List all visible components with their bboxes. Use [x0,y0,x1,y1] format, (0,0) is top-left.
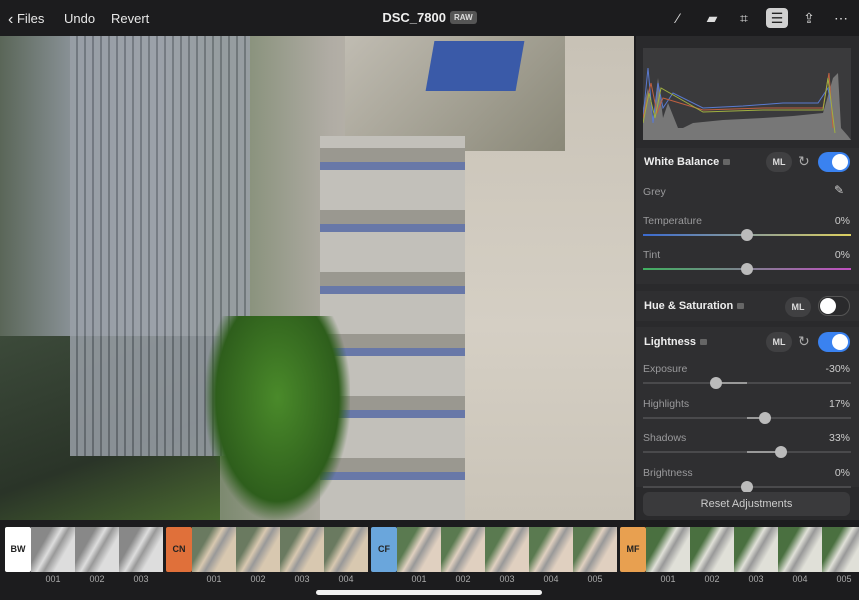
filter-group-bw[interactable]: BW [5,527,31,572]
highlights-slider[interactable] [643,411,851,424]
filter-number: 003 [133,574,149,584]
photo-canvas[interactable] [0,36,634,520]
raw-badge: RAW [449,11,477,24]
filter-thumbnail[interactable] [31,527,75,572]
filter-thumbnail[interactable] [441,527,485,572]
crop-icon[interactable]: ⌗ [733,8,755,28]
filter-number: 005 [587,574,603,584]
filter-group-mf[interactable]: MF [620,527,646,572]
home-indicator [316,590,542,595]
slider-thumb[interactable] [741,229,753,241]
filter-thumbnail[interactable] [75,527,119,572]
exposure-label: Exposure [643,363,688,375]
brightness-value: 0% [834,466,850,479]
bandage-icon[interactable]: ▰ [701,8,723,28]
filter-number: 002 [455,574,471,584]
temperature-label: Temperature [643,215,702,227]
exposure-slider[interactable] [643,377,851,389]
filter-number: 002 [704,574,720,584]
lightness-title: Lightness [644,336,707,348]
filter-number: 005 [836,574,852,584]
hue-saturation-section: Hue & Saturation ML [636,291,859,321]
slider-thumb[interactable] [709,377,722,389]
lock-icon[interactable] [737,303,745,309]
filter-number: 002 [250,574,266,584]
filter-number: 001 [45,574,61,584]
adjustments-sliders-icon[interactable]: ☰ [766,8,788,28]
shadows-slider[interactable] [643,446,851,458]
filter-thumbnail[interactable] [734,527,778,572]
filter-thumbnail[interactable] [192,527,236,572]
highlights-label: Highlights [643,397,690,410]
brightness-slider[interactable] [643,480,851,493]
lock-icon[interactable] [699,339,707,345]
grey-label: Grey [643,186,666,198]
shadows-value: 33% [828,432,850,444]
histogram [643,48,851,140]
filter-thumbnail[interactable] [119,527,163,572]
tint-value: 0% [834,249,850,261]
eyedropper-icon[interactable]: ✎ [834,183,844,197]
filter-thumbnail[interactable] [646,527,690,572]
tint-label: Tint [643,249,661,261]
lightness-ml-button[interactable]: ML [766,332,792,352]
white-balance-title: White Balance [644,156,731,168]
filter-thumbnail[interactable] [690,527,734,572]
filter-thumbnail[interactable] [822,527,859,572]
filter-thumbnail[interactable] [573,527,617,572]
white-balance-ml-button[interactable]: ML [766,152,792,172]
filter-group-cn[interactable]: CN [166,527,192,572]
top-bar: ‹ Files Undo Revert DSC_7800 RAW ⁄ ▰ ⌗ ☰ … [0,0,859,36]
slider-thumb[interactable] [741,480,753,493]
white-balance-toggle[interactable] [818,152,850,172]
filter-number: 003 [499,574,515,584]
shadows-label: Shadows [643,432,687,444]
reset-icon[interactable]: ↻ [798,153,810,170]
filter-number: 002 [89,574,105,584]
brightness-label: Brightness [643,466,693,479]
temperature-slider[interactable] [643,229,851,241]
reset-adjustments-button[interactable]: Reset Adjustments [643,492,850,516]
ml-magic-wand-icon[interactable]: ⁄ [667,8,689,28]
filter-group-cf[interactable]: CF [371,527,397,572]
lightness-toggle[interactable] [818,332,850,352]
filter-thumbnail[interactable] [778,527,822,572]
hue-saturation-ml-button[interactable]: ML [785,297,811,317]
filter-number: 004 [792,574,808,584]
hue-saturation-toggle[interactable] [818,296,850,316]
reset-icon[interactable]: ↻ [798,333,810,350]
file-name: DSC_7800 [382,10,446,25]
filter-thumbnail[interactable] [529,527,573,572]
slider-thumb[interactable] [758,411,771,424]
filter-thumbnail[interactable] [397,527,441,572]
temperature-value: 0% [834,215,850,227]
document-title: DSC_7800 RAW [0,10,859,25]
more-icon[interactable]: ⋯ [830,8,852,28]
lock-icon[interactable] [723,159,731,165]
slider-thumb[interactable] [741,263,753,275]
filter-number: 003 [294,574,310,584]
filter-number: 004 [338,574,354,584]
hue-saturation-title: Hue & Saturation [644,300,745,312]
filter-thumbnail[interactable] [280,527,324,572]
filter-number: 003 [748,574,764,584]
exposure-value: -30% [825,363,850,375]
highlights-value: 17% [828,397,850,410]
filter-thumbnail[interactable] [236,527,280,572]
filter-thumbnail[interactable] [324,527,368,572]
share-icon[interactable]: ⇪ [798,8,820,28]
photo-solar-panel [425,41,525,91]
filter-number: 004 [543,574,559,584]
filter-number: 001 [660,574,676,584]
filter-thumbnail[interactable] [485,527,529,572]
filter-number: 001 [206,574,222,584]
tint-slider[interactable] [643,263,851,275]
filter-number: 001 [411,574,427,584]
photo-tree [205,316,350,520]
